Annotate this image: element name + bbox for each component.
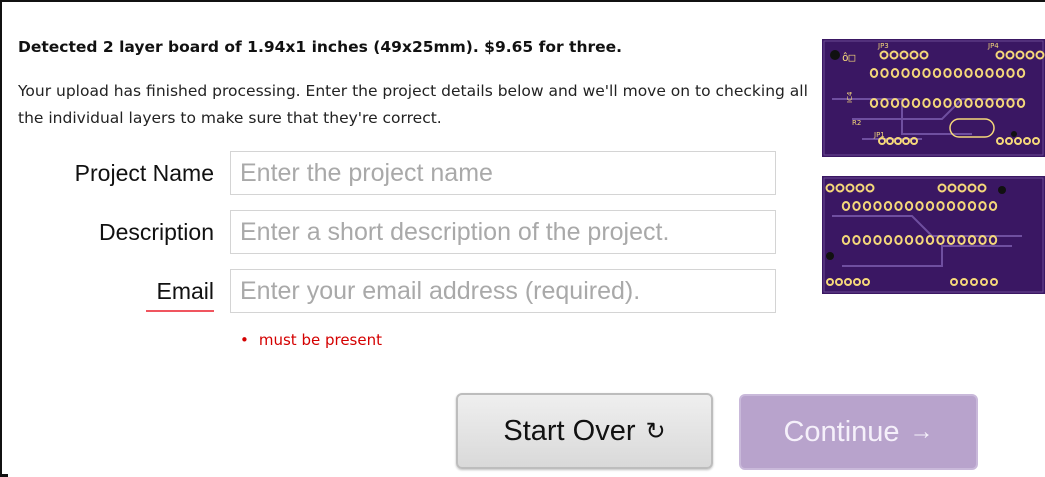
svg-text:ô□: ô□ xyxy=(842,51,856,64)
silk-label-ic4: IC4 xyxy=(846,91,854,103)
upload-status-text: Your upload has finished processing. Ent… xyxy=(18,82,808,127)
email-input[interactable] xyxy=(230,269,776,313)
restart-icon: ↻ xyxy=(645,417,666,445)
email-error-list: must be present xyxy=(240,331,382,349)
pcb-bottom-preview xyxy=(822,176,1045,294)
silk-label-jp3: JP3 xyxy=(877,42,889,50)
project-name-label: Project Name xyxy=(74,160,214,186)
start-over-label: Start Over xyxy=(503,414,636,447)
description-label: Description xyxy=(98,219,214,245)
description-input[interactable] xyxy=(230,210,776,254)
email-error-message: must be present xyxy=(240,331,382,349)
silk-label-jp1: JP1 xyxy=(873,131,885,139)
continue-button[interactable]: Continue → xyxy=(739,394,978,470)
project-name-input[interactable] xyxy=(230,151,776,195)
email-error-underline xyxy=(146,310,214,312)
email-label: Email xyxy=(156,278,214,304)
pcb-top-preview: ô□ JP3 JP4 IC4 R2 JP1 xyxy=(822,39,1045,157)
continue-label: Continue xyxy=(783,415,900,448)
silk-label-r2: R2 xyxy=(852,119,861,127)
start-over-button[interactable]: Start Over ↻ xyxy=(456,393,713,469)
silk-label-jp4: JP4 xyxy=(987,42,999,50)
arrow-right-icon: → xyxy=(909,418,934,445)
board-detection-summary: Detected 2 layer board of 1.94x1 inches … xyxy=(18,38,623,56)
